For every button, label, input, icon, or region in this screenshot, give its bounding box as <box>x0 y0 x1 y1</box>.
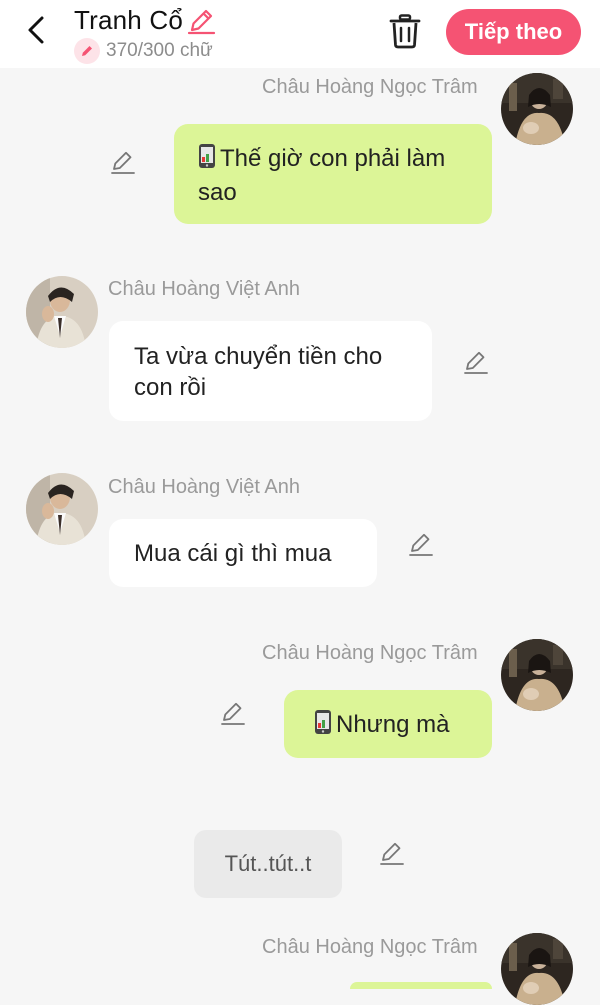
edit-title-button[interactable] <box>186 6 216 36</box>
pencil-icon <box>74 38 100 64</box>
chevron-left-icon <box>28 16 44 44</box>
system-message[interactable]: Tút..tút..t <box>194 830 342 898</box>
message-bubble[interactable]: Ta vừa chuyển tiền cho con rồi <box>109 321 432 421</box>
top-bar: Tranh Cổ 370/300 chữ Tiếp theo <box>0 0 600 68</box>
sender-name: Châu Hoàng Ngọc Trâm <box>262 76 478 98</box>
edit-message-button[interactable] <box>378 839 406 867</box>
back-button[interactable] <box>22 14 52 46</box>
avatar[interactable] <box>501 73 573 145</box>
next-button[interactable]: Tiếp theo <box>446 9 581 55</box>
sender-name: Châu Hoàng Việt Anh <box>108 278 301 300</box>
edit-message-button[interactable] <box>407 530 435 558</box>
phone-icon <box>198 143 216 177</box>
pencil-icon <box>221 702 245 725</box>
message-bubble[interactable]: Nhưng mà <box>284 690 492 758</box>
sender-name: Châu Hoàng Ngọc Trâm <box>262 642 478 664</box>
phone-icon <box>314 709 332 743</box>
message-text: Thế giờ con phải làm sao <box>198 145 446 206</box>
message-text: Nhưng mà <box>336 711 450 738</box>
pencil-icon <box>111 151 135 174</box>
avatar[interactable] <box>26 276 98 348</box>
pencil-icon <box>380 842 404 865</box>
word-count-text: 370/300 chữ <box>106 40 213 61</box>
pencil-icon <box>409 533 433 556</box>
trash-icon <box>389 14 421 49</box>
avatar[interactable] <box>501 639 573 711</box>
delete-button[interactable] <box>388 13 422 49</box>
avatar[interactable] <box>26 473 98 545</box>
sender-name: Châu Hoàng Việt Anh <box>108 476 301 498</box>
story-title: Tranh Cổ <box>74 5 184 35</box>
message-bubble[interactable]: Mua cái gì thì mua <box>109 519 377 587</box>
sender-name: Châu Hoàng Ngọc Trâm <box>262 936 478 958</box>
message-text: Ta vừa chuyển tiền cho con rồi <box>134 343 383 401</box>
message-bubble[interactable] <box>350 982 492 989</box>
edit-message-button[interactable] <box>219 699 247 727</box>
pencil-icon <box>464 351 488 374</box>
edit-message-button[interactable] <box>109 148 137 176</box>
avatar[interactable] <box>501 933 573 1005</box>
edit-message-button[interactable] <box>462 348 490 376</box>
message-bubble[interactable]: Thế giờ con phải làm sao <box>174 124 492 224</box>
message-text: Mua cái gì thì mua <box>134 540 332 567</box>
pencil-icon <box>187 9 216 35</box>
